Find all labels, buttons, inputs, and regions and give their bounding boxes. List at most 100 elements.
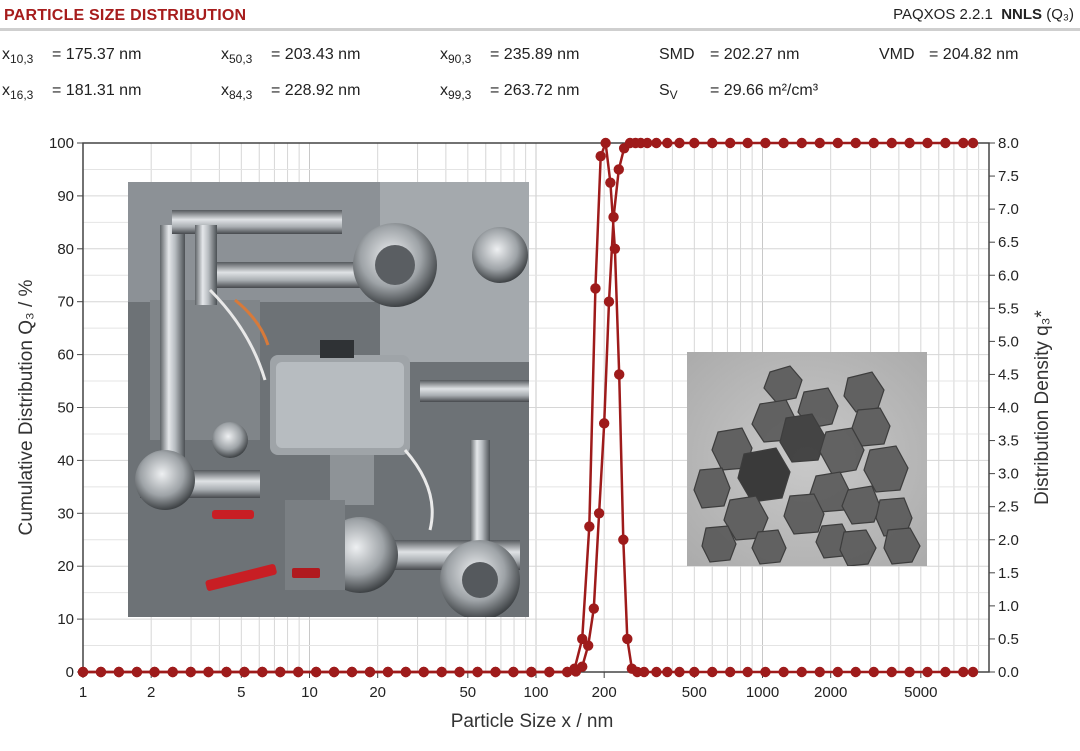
density-series-point (850, 666, 861, 678)
density-series-point (886, 666, 897, 678)
density-series-point (967, 666, 979, 678)
y2-axis-title: Distribution Density q₃* (1032, 310, 1053, 505)
density-series-point (796, 666, 807, 678)
y2-tick-label: 0.5 (998, 631, 1019, 648)
y2-tick-label: 2.5 (998, 499, 1019, 516)
cumulative-series-point (922, 137, 933, 149)
cumulative-series-point (707, 137, 718, 149)
y2-tick-label: 4.5 (998, 366, 1019, 383)
cumulative-series-point (742, 137, 753, 149)
cumulative-series-point (275, 666, 286, 678)
density-series-point (778, 666, 789, 678)
cumulative-series-point (239, 666, 250, 678)
cumulative-series-point (544, 666, 555, 678)
y-tick-label: 60 (57, 347, 74, 364)
cumulative-series-point (886, 137, 897, 149)
cumulative-series-point (689, 137, 700, 149)
x-tick-label: 10 (301, 684, 318, 701)
y-tick-label: 80 (57, 241, 74, 258)
cumulative-series-point (868, 137, 879, 149)
density-series-point (742, 666, 753, 678)
x-tick-label: 5000 (904, 684, 937, 701)
density-series-point (832, 666, 843, 678)
x-tick-label: 2000 (814, 684, 847, 701)
cumulative-series-point (588, 603, 600, 614)
y-tick-label: 90 (57, 188, 74, 205)
y-tick-label: 20 (57, 558, 74, 575)
density-series-point (651, 666, 662, 678)
cumulative-series-point (490, 666, 501, 678)
y-axis-title: Cumulative Distribution Q₃ / % (16, 279, 37, 535)
cumulative-series-point (603, 296, 615, 307)
cumulative-series-point (778, 137, 789, 149)
cumulative-series-point (651, 137, 662, 149)
x-tick-label: 100 (523, 684, 548, 701)
density-series-point (590, 283, 601, 294)
cumulative-series-point (77, 666, 89, 678)
density-series-point (922, 666, 933, 678)
x-tick-label: 1000 (746, 684, 779, 701)
y-tick-label: 50 (57, 400, 74, 417)
y2-tick-label: 3.0 (998, 466, 1019, 483)
x-tick-label: 500 (682, 684, 707, 701)
cumulative-series-point (674, 137, 685, 149)
cumulative-series-point (577, 661, 588, 672)
cumulative-series-point (662, 137, 673, 149)
x-axis-title: Particle Size x / nm (451, 711, 614, 732)
cumulative-series-point (613, 164, 624, 175)
y2-tick-label: 3.5 (998, 433, 1019, 450)
y-tick-label: 100 (49, 135, 74, 152)
cumulative-series-point (582, 640, 594, 651)
tem-micrograph (687, 352, 927, 566)
cumulative-series-point (454, 666, 465, 678)
cumulative-series-point (642, 137, 653, 149)
y2-tick-label: 4.0 (998, 400, 1019, 417)
cumulative-series-point (293, 666, 304, 678)
density-series-point (958, 666, 969, 678)
y2-tick-label: 6.5 (998, 234, 1019, 251)
cumulative-series-point (257, 666, 268, 678)
density-series-point (760, 666, 771, 678)
cumulative-series-point (608, 211, 619, 223)
cumulative-series-point (418, 666, 429, 678)
cumulative-series-point (131, 666, 143, 678)
cumulative-series-point (310, 666, 322, 678)
cumulative-series-point (472, 666, 483, 678)
cumulative-series-point (598, 418, 610, 429)
cumulative-series-point (436, 666, 447, 678)
density-series-point (940, 666, 951, 678)
x-tick-label: 50 (459, 684, 476, 701)
density-series-point (689, 666, 700, 678)
density-series-point (614, 369, 625, 380)
cumulative-series-point (400, 666, 412, 678)
cumulative-series-point (346, 666, 358, 678)
density-series-point (904, 666, 915, 678)
y2-tick-label: 2.0 (998, 532, 1019, 549)
density-series-point (868, 666, 879, 678)
y-tick-label: 70 (57, 294, 74, 311)
density-series-point (662, 666, 673, 678)
x-tick-label: 20 (369, 684, 386, 701)
x-tick-label: 5 (237, 684, 245, 701)
cumulative-series-point (958, 137, 969, 149)
cumulative-series-point (149, 666, 160, 678)
cumulative-series-point (814, 137, 825, 149)
y-tick-label: 0 (66, 664, 74, 681)
density-series-point (707, 666, 718, 678)
cumulative-series-point (760, 137, 771, 149)
cumulative-series-point (724, 137, 736, 149)
cumulative-series-point (940, 137, 951, 149)
y2-tick-label: 7.0 (998, 201, 1019, 218)
y-tick-label: 40 (57, 452, 74, 469)
y2-tick-label: 5.0 (998, 333, 1019, 350)
y2-tick-label: 5.5 (998, 300, 1019, 317)
density-series-point (622, 633, 633, 645)
x-tick-label: 1 (79, 684, 87, 701)
density-series-point (600, 137, 611, 149)
x-tick-label: 2 (147, 684, 155, 701)
density-series-point (674, 666, 685, 678)
cumulative-series-point (850, 137, 861, 149)
density-series-point (814, 666, 825, 678)
y2-tick-label: 7.5 (998, 168, 1019, 185)
cumulative-series-point (796, 137, 807, 149)
